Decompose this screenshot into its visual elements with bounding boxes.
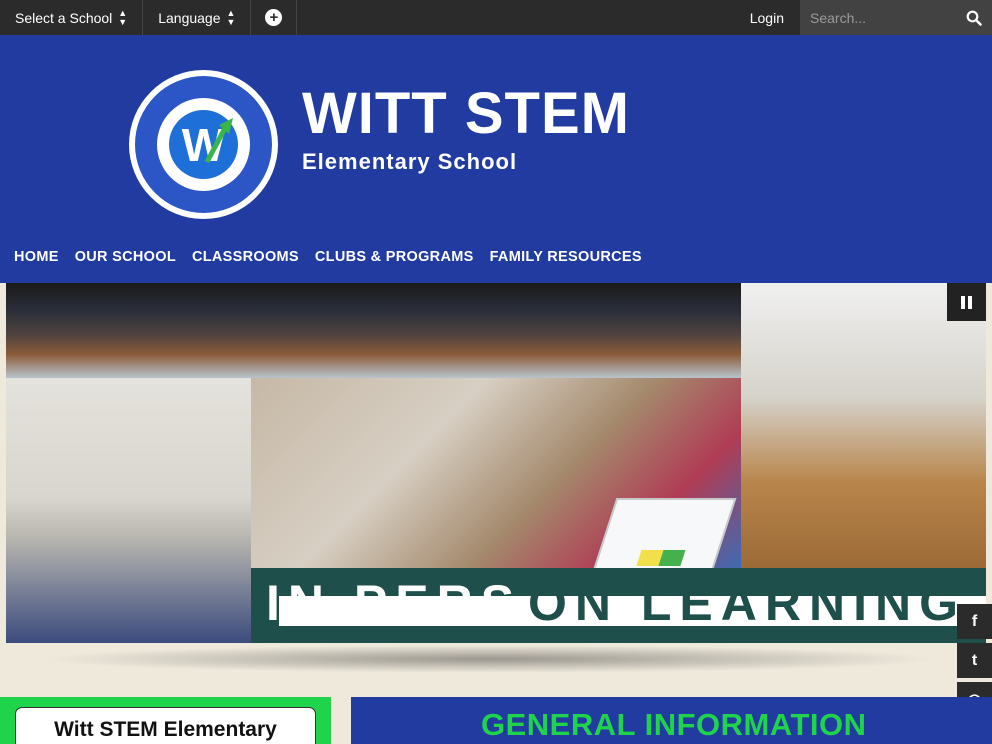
nav-our-school[interactable]: OUR SCHOOL	[67, 249, 184, 265]
plus-circle-icon: +	[265, 9, 283, 26]
hero-banner-text-left: IN PERS	[266, 575, 523, 631]
select-school-dropdown[interactable]: Select a School ▲ ▼	[0, 0, 144, 35]
hero-banner-text-right: ON LEARNING	[528, 575, 966, 631]
login-link[interactable]: Login	[734, 0, 800, 35]
sort-caret-icon: ▲ ▼	[118, 7, 128, 27]
students-robotics-photo	[251, 378, 741, 568]
pause-button[interactable]	[947, 283, 986, 321]
facebook-icon[interactable]: f	[957, 604, 992, 639]
pause-icon-bar	[968, 295, 972, 309]
logo-arrow-icon	[204, 118, 233, 164]
school-name-card: Witt STEM Elementary	[15, 707, 316, 744]
nav-family-resources[interactable]: FAMILY RESOURCES	[482, 249, 650, 265]
coding-mat	[585, 498, 737, 568]
main-nav: HOME OUR SCHOOL CLASSROOMS CLUBS & PROGR…	[0, 249, 650, 265]
language-label: Language	[158, 9, 221, 26]
site-header: W WITT STEM Elementary School HOME OUR S…	[0, 35, 992, 283]
school-logo[interactable]: W	[129, 70, 278, 219]
school-title[interactable]: WITT STEM	[302, 85, 630, 143]
search-icon[interactable]	[966, 10, 982, 26]
hero-shadow	[40, 645, 940, 673]
mat-green-square	[658, 550, 686, 566]
plus-button[interactable]: +	[251, 0, 298, 35]
search-box	[800, 0, 992, 35]
top-utility-bar: Select a School ▲ ▼ Language ▲ ▼ + Login	[0, 0, 992, 35]
students-vr-photo	[6, 378, 251, 643]
search-input[interactable]	[810, 9, 950, 26]
nav-classrooms[interactable]: CLASSROOMS	[184, 249, 307, 265]
nav-home[interactable]: HOME	[0, 249, 67, 265]
students-building-photo	[741, 283, 986, 568]
school-subtitle: Elementary School	[302, 149, 518, 174]
school-name-card-title: Witt STEM Elementary	[54, 718, 277, 741]
left-panel: Witt STEM Elementary	[0, 697, 331, 744]
twitter-icon[interactable]: t	[957, 643, 992, 678]
sort-caret-icon: ▲ ▼	[226, 7, 236, 27]
pause-icon-bar	[961, 295, 965, 309]
group-photo	[6, 283, 741, 378]
general-info-title: GENERAL INFORMATION	[481, 707, 867, 742]
nav-clubs-programs[interactable]: CLUBS & PROGRAMS	[307, 249, 482, 265]
hero-slideshow: IN PERS ON LEARNING	[6, 283, 986, 643]
select-school-label: Select a School	[15, 9, 113, 26]
language-dropdown[interactable]: Language ▲ ▼	[143, 0, 252, 35]
general-info-panel: GENERAL INFORMATION	[351, 697, 992, 744]
